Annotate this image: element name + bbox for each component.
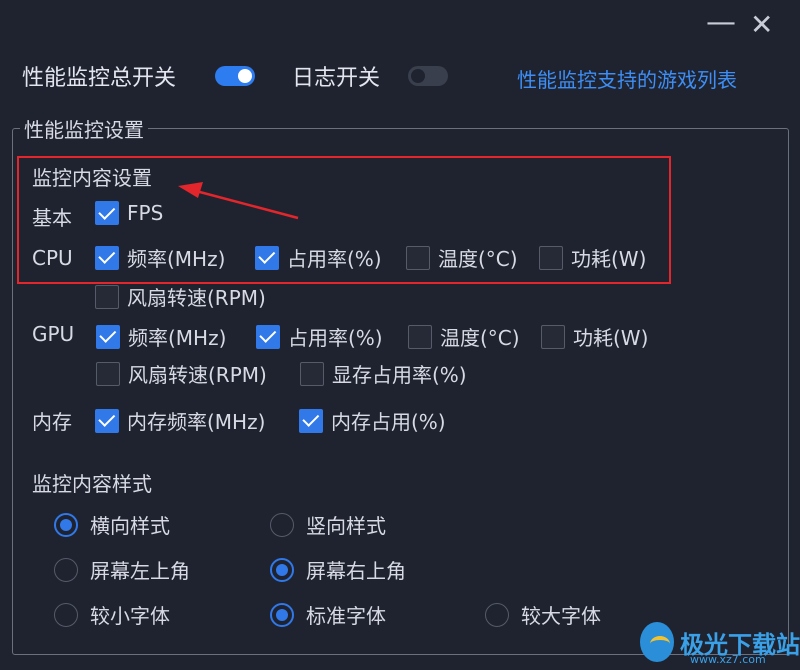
- annotation-arrow: [178, 182, 299, 220]
- watermark-url: www.xz7.com: [690, 653, 766, 666]
- watermark-logo-icon: [640, 622, 674, 662]
